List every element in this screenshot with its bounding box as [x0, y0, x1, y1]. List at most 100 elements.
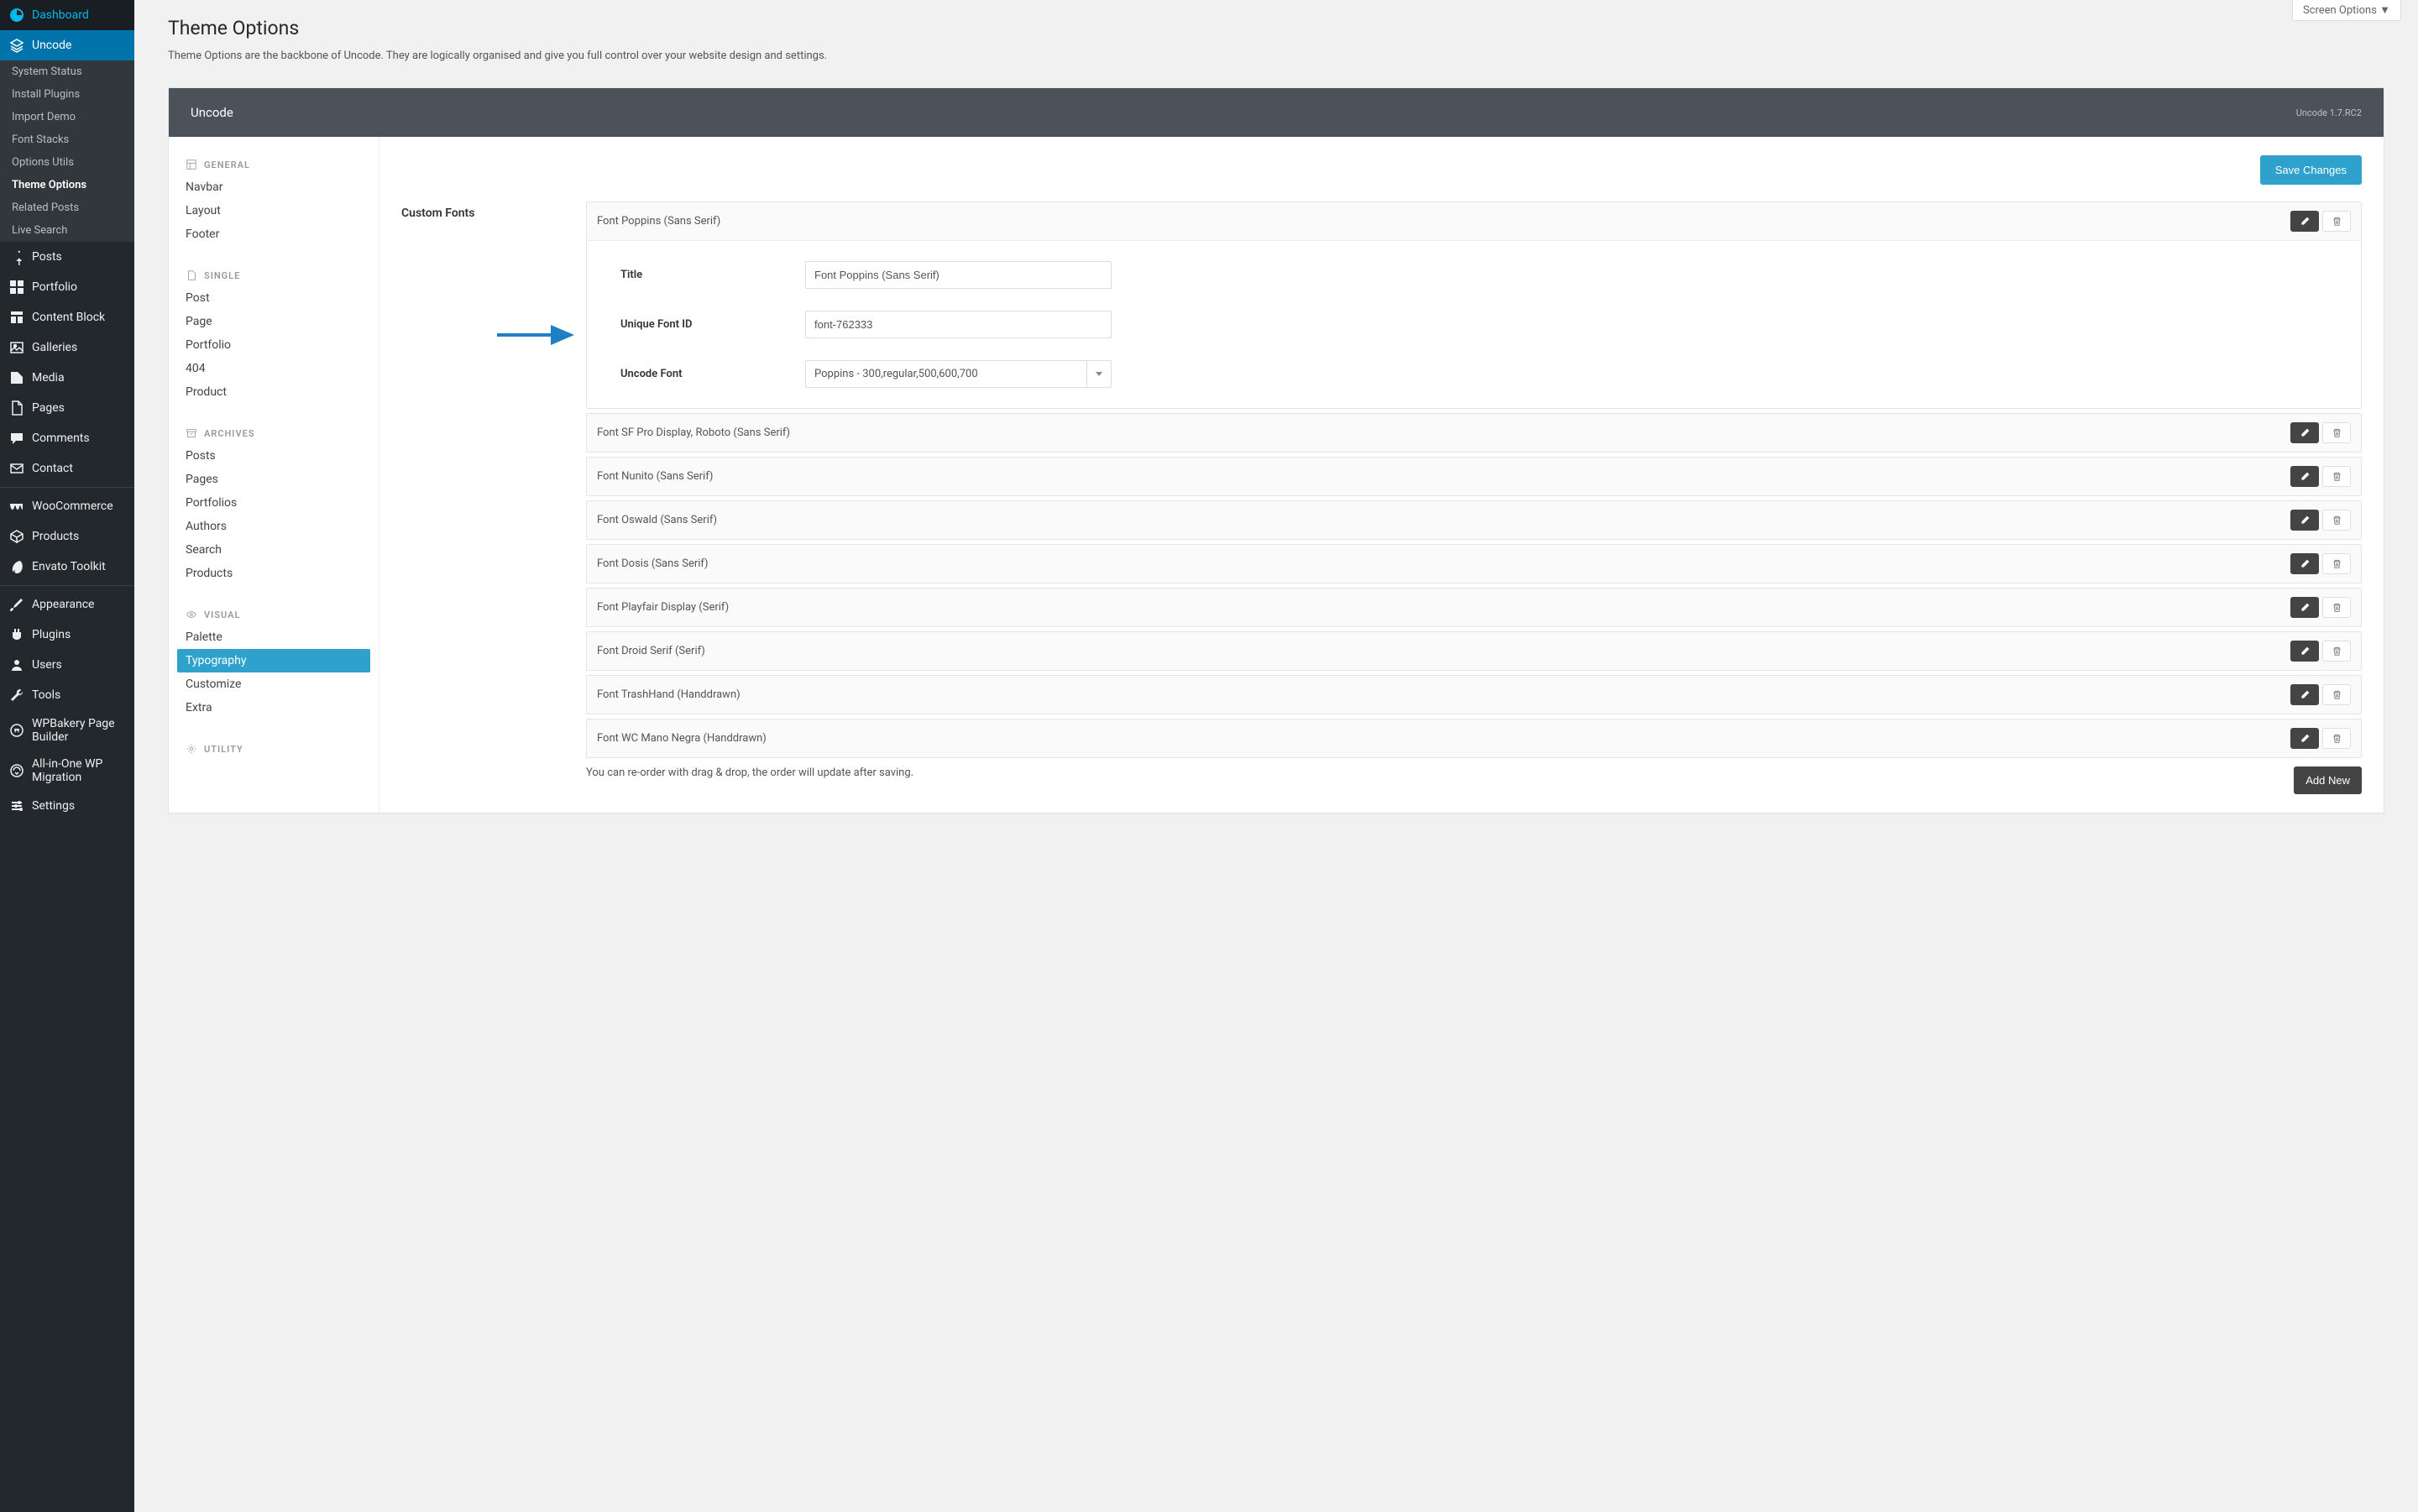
opt-footer[interactable]: Footer [177, 222, 370, 246]
menu-label: Pages [32, 401, 65, 415]
opt-product[interactable]: Product [177, 380, 370, 404]
opt-palette[interactable]: Palette [177, 625, 370, 649]
menu-portfolio[interactable]: Portfolio [0, 272, 134, 302]
menu-plugins[interactable]: Plugins [0, 620, 134, 650]
menu-label: Envato Toolkit [32, 560, 106, 573]
add-new-button[interactable]: Add New [2294, 766, 2362, 794]
menu-aio-migration[interactable]: All-in-One WP Migration [0, 751, 134, 791]
delete-button[interactable] [2322, 510, 2351, 531]
delete-button[interactable] [2322, 553, 2351, 574]
menu-comments[interactable]: Comments [0, 423, 134, 453]
menu-label: Contact [32, 462, 73, 475]
font-item[interactable]: Font Nunito (Sans Serif) [586, 457, 2362, 496]
fontid-input[interactable] [805, 311, 1112, 338]
delete-button[interactable] [2322, 728, 2351, 749]
layout-icon [186, 159, 197, 170]
opt-pages[interactable]: Pages [177, 468, 370, 491]
font-item[interactable]: Font Dosis (Sans Serif) [586, 544, 2362, 583]
menu-label: Portfolio [32, 280, 77, 294]
edit-button[interactable] [2290, 466, 2319, 487]
menu-users[interactable]: Users [0, 650, 134, 680]
opt-authors[interactable]: Authors [177, 515, 370, 538]
menu-wpbakery[interactable]: WPBakery Page Builder [0, 710, 134, 751]
menu-woocommerce[interactable]: WooCommerce [0, 491, 134, 521]
edit-button[interactable] [2290, 211, 2319, 232]
menu-appearance[interactable]: Appearance [0, 589, 134, 620]
font-item[interactable]: Font TrashHand (Handdrawn) [586, 675, 2362, 714]
edit-button[interactable] [2290, 728, 2319, 749]
font-item[interactable]: Font Droid Serif (Serif) [586, 631, 2362, 671]
edit-button[interactable] [2290, 510, 2319, 531]
delete-button[interactable] [2322, 684, 2351, 705]
submenu-item[interactable]: Options Utils [0, 151, 134, 174]
admin-sidebar: Dashboard Uncode System Status Install P… [0, 0, 134, 1512]
delete-button[interactable] [2322, 597, 2351, 618]
delete-button[interactable] [2322, 211, 2351, 232]
opt-layout[interactable]: Layout [177, 199, 370, 222]
menu-content-block[interactable]: Content Block [0, 302, 134, 332]
opt-customize[interactable]: Customize [177, 672, 370, 696]
opt-404[interactable]: 404 [177, 357, 370, 380]
menu-contact[interactable]: Contact [0, 453, 134, 484]
delete-button[interactable] [2322, 422, 2351, 443]
opt-portfolios[interactable]: Portfolios [177, 491, 370, 515]
screen-options-toggle[interactable]: Screen Options ▼ [2292, 0, 2401, 21]
group-archives: ARCHIVES [177, 422, 370, 444]
submenu-item[interactable]: Theme Options [0, 174, 134, 196]
menu-label: Content Block [32, 311, 105, 324]
mail-icon [8, 460, 25, 477]
edit-button[interactable] [2290, 597, 2319, 618]
menu-tools[interactable]: Tools [0, 680, 134, 710]
submenu-item[interactable]: System Status [0, 60, 134, 83]
font-item[interactable]: Font SF Pro Display, Roboto (Sans Serif) [586, 413, 2362, 453]
font-select[interactable]: Poppins - 300,regular,500,600,700 [805, 360, 1086, 388]
menu-envato[interactable]: Envato Toolkit [0, 552, 134, 582]
menu-posts[interactable]: Posts [0, 242, 134, 272]
menu-label: Plugins [32, 628, 71, 641]
menu-products[interactable]: Products [0, 521, 134, 552]
font-item[interactable]: Font WC Mano Negra (Handdrawn) [586, 719, 2362, 758]
delete-button[interactable] [2322, 466, 2351, 487]
opt-extra[interactable]: Extra [177, 696, 370, 719]
submenu-item[interactable]: Font Stacks [0, 128, 134, 151]
title-input[interactable] [805, 261, 1112, 289]
edit-button[interactable] [2290, 422, 2319, 443]
opt-page[interactable]: Page [177, 310, 370, 333]
font-item[interactable]: Font Playfair Display (Serif) [586, 588, 2362, 627]
opt-portfolio[interactable]: Portfolio [177, 333, 370, 357]
submenu-item[interactable]: Live Search [0, 219, 134, 242]
menu-galleries[interactable]: Galleries [0, 332, 134, 363]
edit-button[interactable] [2290, 553, 2319, 574]
submenu-uncode: System Status Install Plugins Import Dem… [0, 60, 134, 242]
chevron-down-icon[interactable] [1086, 360, 1112, 388]
opt-navbar[interactable]: Navbar [177, 175, 370, 199]
edit-button[interactable] [2290, 684, 2319, 705]
opt-search[interactable]: Search [177, 538, 370, 562]
menu-settings[interactable]: Settings [0, 791, 134, 821]
edit-button[interactable] [2290, 641, 2319, 662]
submenu-item[interactable]: Import Demo [0, 106, 134, 128]
menu-uncode[interactable]: Uncode [0, 30, 134, 60]
menu-pages[interactable]: Pages [0, 393, 134, 423]
box-icon [8, 528, 25, 545]
opt-products[interactable]: Products [177, 562, 370, 585]
reorder-note: You can re-order with drag & drop, the o… [586, 766, 913, 779]
opt-typography[interactable]: Typography [177, 649, 370, 672]
save-button[interactable]: Save Changes [2260, 155, 2362, 185]
font-item[interactable]: Font Oswald (Sans Serif) [586, 500, 2362, 540]
submenu-item[interactable]: Related Posts [0, 196, 134, 219]
font-title: Font Playfair Display (Serif) [597, 601, 2287, 614]
menu-label: Appearance [32, 598, 94, 611]
plug-icon [8, 626, 25, 643]
opt-posts[interactable]: Posts [177, 444, 370, 468]
file-icon [186, 269, 197, 281]
migration-icon [8, 762, 25, 779]
menu-dashboard[interactable]: Dashboard [0, 0, 134, 30]
menu-media[interactable]: Media [0, 363, 134, 393]
submenu-item[interactable]: Install Plugins [0, 83, 134, 106]
delete-button[interactable] [2322, 641, 2351, 662]
opt-post[interactable]: Post [177, 286, 370, 310]
font-item: Font Poppins (Sans Serif) Title [586, 201, 2362, 409]
menu-label: Posts [32, 250, 62, 264]
menu-label: Users [32, 658, 62, 672]
